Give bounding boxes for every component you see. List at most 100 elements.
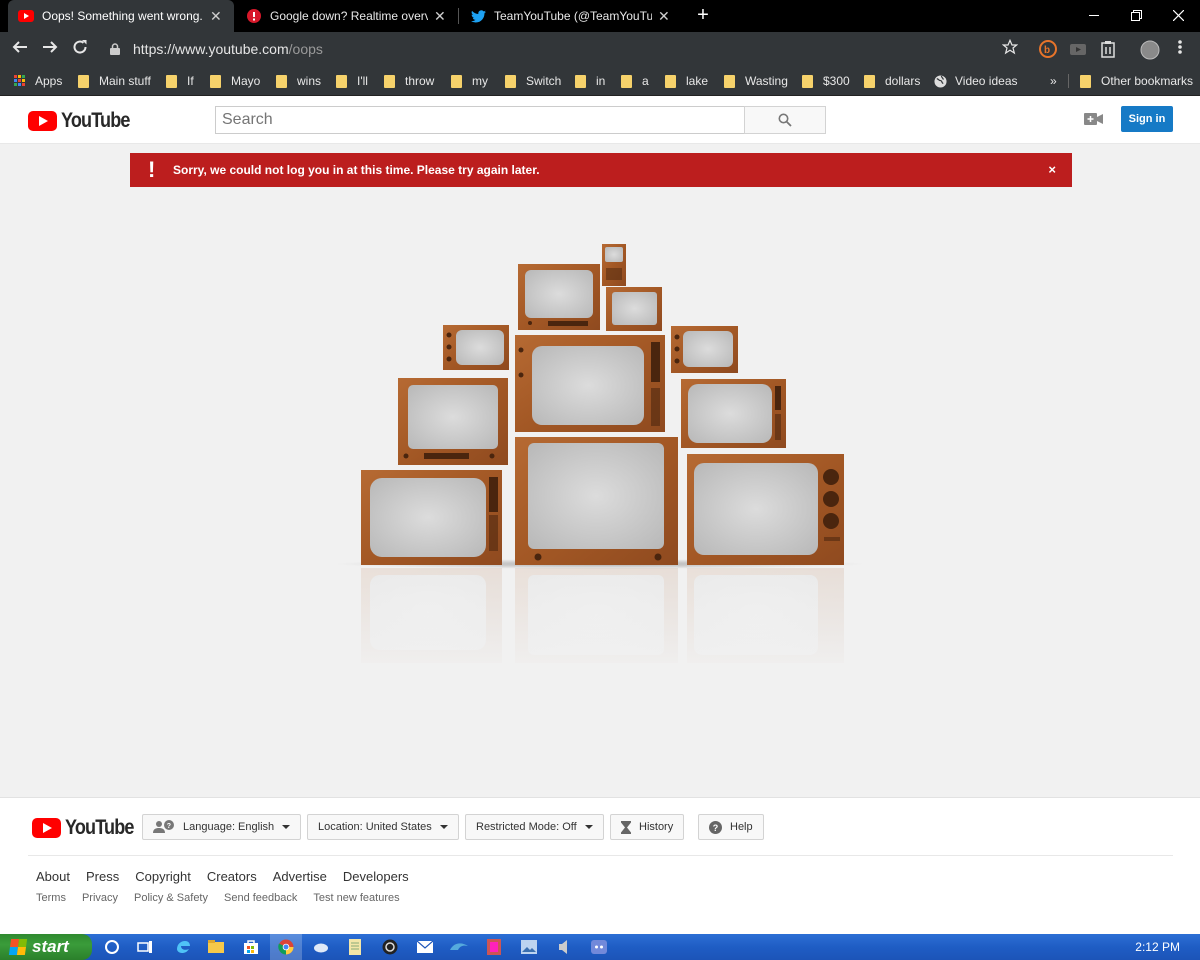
audio-icon[interactable] <box>555 938 573 956</box>
bookmark-folder[interactable]: in <box>575 72 605 90</box>
bookmarks-overflow-button[interactable]: » <box>1050 72 1057 90</box>
search-button[interactable] <box>744 106 826 134</box>
notepad-icon[interactable] <box>346 938 364 956</box>
cloud-app-icon[interactable] <box>312 938 330 956</box>
history-button[interactable]: History <box>610 814 685 840</box>
upload-video-icon[interactable] <box>1084 112 1104 128</box>
address-bar[interactable]: https://www.youtube.com/oops <box>104 36 1034 62</box>
menu-dots-icon[interactable] <box>1170 39 1190 59</box>
restore-button[interactable] <box>1116 0 1156 30</box>
start-button[interactable]: start <box>0 934 92 960</box>
profile-avatar-icon[interactable] <box>1140 40 1160 60</box>
task-view-icon[interactable] <box>136 938 154 956</box>
close-icon[interactable]: ✕ <box>210 8 224 25</box>
folder-icon <box>1080 74 1091 88</box>
bookmark-folder[interactable]: my <box>451 72 488 90</box>
search-icon <box>778 113 792 127</box>
extension-honey-icon[interactable]: b <box>1039 40 1057 58</box>
tab-strip: Oops! Something went wrong. - ✕ Google d… <box>0 0 1200 32</box>
media-editor-icon[interactable] <box>485 938 503 956</box>
bookmark-other[interactable]: Other bookmarks <box>1080 72 1193 90</box>
bookmark-folder[interactable]: Switch <box>505 72 561 90</box>
footer-link-developers[interactable]: Developers <box>343 869 409 884</box>
discord-icon[interactable] <box>590 938 608 956</box>
bookmark-folder[interactable]: a <box>621 72 649 90</box>
file-explorer-icon[interactable] <box>207 938 225 956</box>
dolphin-emulator-icon[interactable] <box>450 938 468 956</box>
page-footer: YouTube ? Language: English Location: Un… <box>0 797 1200 934</box>
help-label: Help <box>730 821 753 833</box>
folder-icon <box>166 74 177 88</box>
forward-arrow-icon[interactable] <box>40 39 60 59</box>
bookmark-folder[interactable]: wins <box>276 72 321 90</box>
login-error-alert: ! Sorry, we could not log you in at this… <box>130 153 1072 187</box>
url-host: https://www.youtube.com <box>133 41 289 57</box>
alert-close-button[interactable]: × <box>1048 153 1056 187</box>
folder-icon <box>505 74 516 88</box>
bookmark-folder[interactable]: Mayo <box>210 72 260 90</box>
footer-link-policy-safety[interactable]: Policy & Safety <box>134 892 208 904</box>
bookmark-folder[interactable]: dollars <box>864 72 920 90</box>
folder-icon <box>384 74 395 88</box>
bookmark-apps[interactable]: Apps <box>14 72 62 90</box>
photos-icon[interactable] <box>520 938 538 956</box>
sign-in-button[interactable]: Sign in <box>1121 106 1173 132</box>
bookmark-folder[interactable]: Main stuff <box>78 72 151 90</box>
minimize-button[interactable] <box>1074 0 1114 30</box>
back-arrow-icon[interactable] <box>10 39 30 59</box>
search-input[interactable] <box>215 106 745 134</box>
footer-link-creators[interactable]: Creators <box>207 869 257 884</box>
youtube-header: YouTube Sign in <box>0 96 1200 144</box>
footer-link-about[interactable]: About <box>36 869 70 884</box>
extension-video-icon[interactable] <box>1069 40 1087 58</box>
tab-teamyoutube[interactable]: TeamYouTube (@TeamYouTube) | ✕ <box>460 0 682 32</box>
folder-icon <box>575 74 586 88</box>
location-button[interactable]: Location: United States <box>307 814 459 840</box>
folder-icon <box>802 74 813 88</box>
reload-icon[interactable] <box>70 39 90 59</box>
store-icon[interactable] <box>242 938 260 956</box>
bookmark-folder[interactable]: I'll <box>336 72 368 90</box>
youtube-logo[interactable]: YouTube <box>28 109 141 133</box>
bookmarks-bar: Apps Main stuff If Mayo wins I'll throw … <box>0 66 1200 96</box>
footer-link-send-feedback[interactable]: Send feedback <box>224 892 297 904</box>
tab-youtube-oops[interactable]: Oops! Something went wrong. - ✕ <box>8 0 234 32</box>
restricted-mode-button[interactable]: Restricted Mode: Off <box>465 814 604 840</box>
bookmark-label: Other bookmarks <box>1101 74 1194 88</box>
tv-upper-left <box>518 264 600 330</box>
bookmark-folder[interactable]: If <box>166 72 194 90</box>
star-icon[interactable] <box>1000 38 1020 59</box>
bookmark-video-ideas[interactable]: Video ideas <box>934 72 1018 90</box>
footer-link-press[interactable]: Press <box>86 869 119 884</box>
footer-link-copyright[interactable]: Copyright <box>135 869 191 884</box>
bookmark-folder[interactable]: Wasting <box>724 72 788 90</box>
close-window-button[interactable] <box>1158 0 1198 30</box>
footer-link-privacy[interactable]: Privacy <box>82 892 118 904</box>
folder-icon <box>78 74 89 88</box>
extension-clipboard-icon[interactable] <box>1099 40 1117 58</box>
footer-link-advertise[interactable]: Advertise <box>273 869 327 884</box>
footer-youtube-logo[interactable]: YouTube <box>32 816 145 840</box>
footer-secondary-links: Terms Privacy Policy & Safety Send feedb… <box>36 892 400 904</box>
tv-right-middle <box>681 379 786 448</box>
footer-link-test-new-features[interactable]: Test new features <box>313 892 399 904</box>
tab-google-down[interactable]: Google down? Realtime overview ✕ <box>236 0 458 32</box>
edge-icon[interactable] <box>174 938 192 956</box>
close-icon[interactable]: ✕ <box>434 8 448 25</box>
cortana-icon[interactable] <box>103 938 121 956</box>
mail-icon[interactable] <box>416 938 434 956</box>
close-icon[interactable]: ✕ <box>658 8 672 25</box>
bookmark-folder[interactable]: lake <box>665 72 708 90</box>
bookmark-label: dollars <box>885 74 921 88</box>
logo-text: YouTube <box>61 109 130 132</box>
chrome-taskbar-icon[interactable] <box>270 934 302 960</box>
obs-icon[interactable] <box>381 938 399 956</box>
footer-link-terms[interactable]: Terms <box>36 892 66 904</box>
language-button[interactable]: ? Language: English <box>142 814 302 840</box>
help-button[interactable]: ? Help <box>698 814 764 840</box>
bookmark-folder[interactable]: $300 <box>802 72 850 90</box>
alert-icon <box>246 8 262 24</box>
floor-shadow <box>335 559 865 569</box>
bookmark-folder[interactable]: throw <box>384 72 434 90</box>
new-tab-button[interactable]: + <box>692 4 714 26</box>
